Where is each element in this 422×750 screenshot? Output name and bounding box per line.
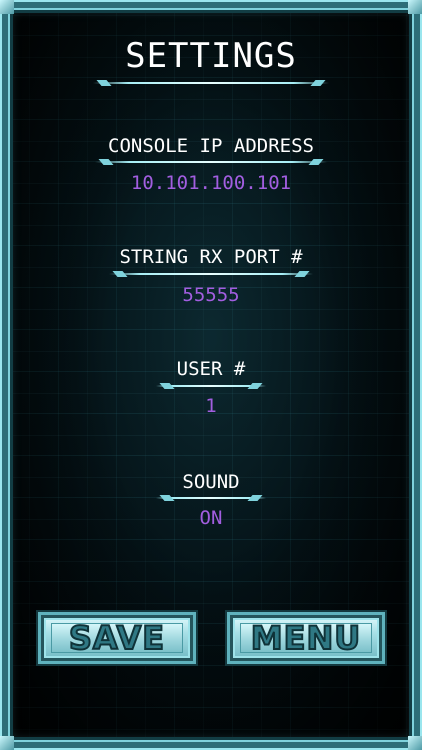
page-title: SETTINGS [125, 36, 297, 76]
console-ip-label: CONSOLE IP ADDRESS [108, 135, 314, 157]
sound-value[interactable]: ON [0, 507, 422, 529]
console-ip-divider [95, 159, 327, 165]
rx-port-value[interactable]: 55555 [0, 284, 422, 306]
console-ip-value[interactable]: 10.101.100.101 [0, 172, 422, 194]
user-number-value[interactable]: 1 [0, 395, 422, 417]
menu-button-label: MENU [250, 618, 362, 658]
frame-corner [0, 0, 14, 14]
save-button-label: SAVE [68, 618, 166, 658]
rx-port-divider [109, 271, 313, 277]
save-button[interactable]: SAVE [38, 612, 196, 664]
sound-divider [156, 495, 266, 501]
frame-corner [0, 736, 14, 750]
menu-button[interactable]: MENU [227, 612, 385, 664]
title-divider [93, 80, 329, 86]
user-number-label: USER # [176, 358, 246, 380]
frame-corner [408, 736, 422, 750]
rx-port-label: STRING RX PORT # [119, 246, 303, 268]
frame-corner [408, 0, 422, 14]
sound-label: SOUND [182, 471, 240, 493]
settings-screen: SETTINGS CONSOLE IP ADDRESS 10.101.100.1… [0, 0, 422, 750]
user-number-divider [156, 383, 266, 389]
